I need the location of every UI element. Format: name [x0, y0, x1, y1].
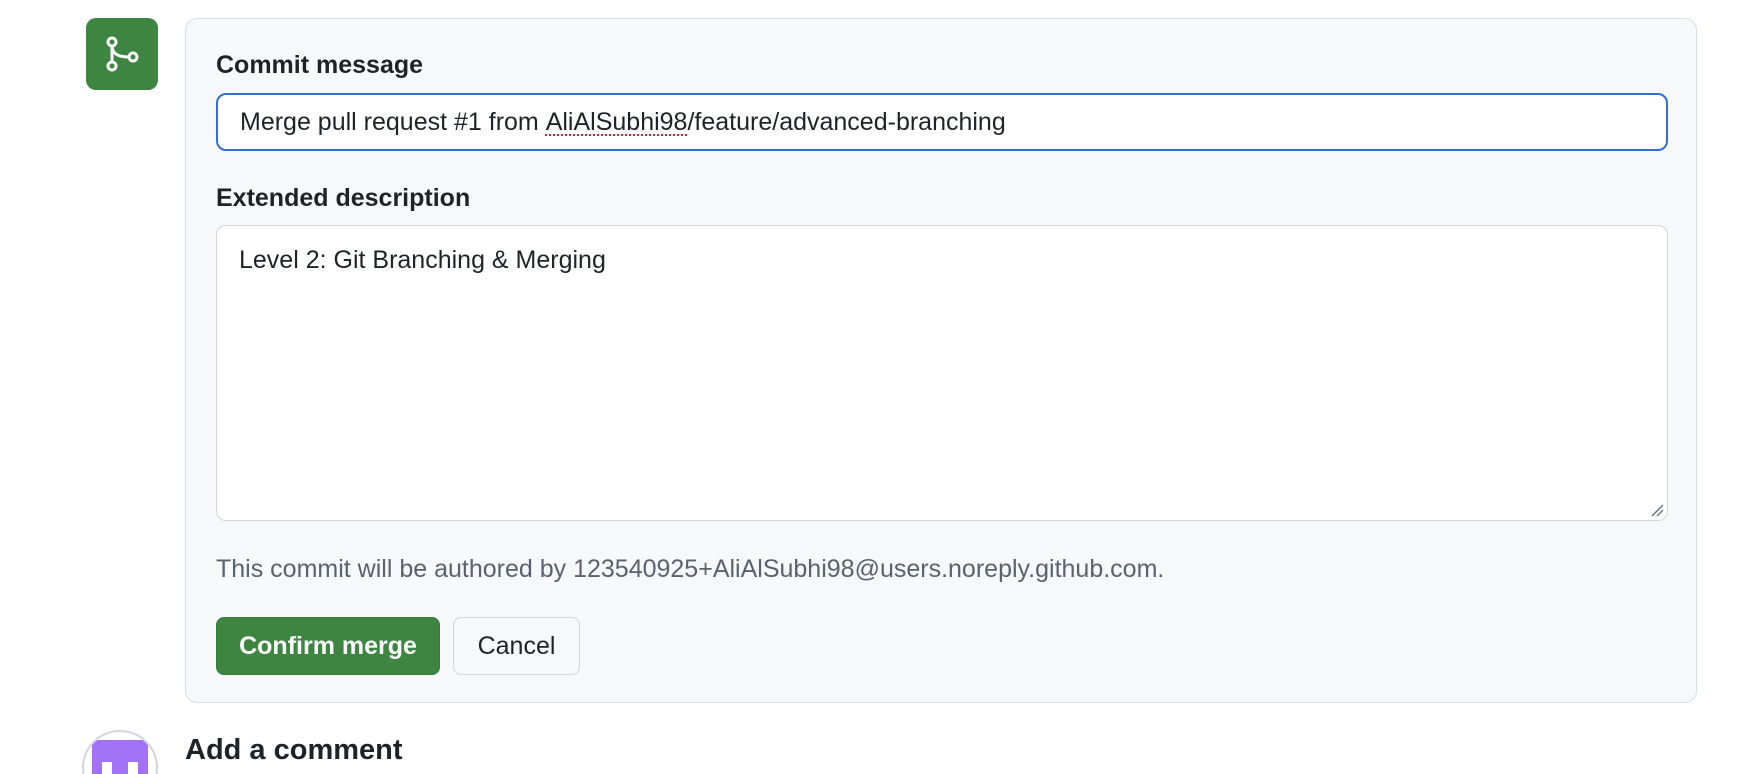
avatar-identicon-block	[102, 762, 112, 774]
commit-message-text-prefix: Merge pull request #1 from	[240, 107, 546, 136]
commit-message-label: Commit message	[216, 51, 424, 79]
avatar-identicon-block	[128, 762, 138, 774]
cancel-button[interactable]: Cancel	[453, 617, 580, 675]
commit-message-input[interactable]: Merge pull request #1 from AliAlSubhi98/…	[216, 93, 1668, 151]
resize-grip-icon[interactable]	[1650, 503, 1664, 517]
extended-description-text: Level 2: Git Branching & Merging	[239, 246, 606, 274]
merge-status-badge	[86, 18, 158, 90]
confirm-merge-button[interactable]: Confirm merge	[216, 617, 440, 675]
extended-description-textarea[interactable]: Level 2: Git Branching & Merging	[216, 225, 1668, 521]
avatar-identicon	[92, 740, 148, 774]
git-merge-icon	[106, 36, 139, 72]
commit-author-note: This commit will be authored by 12354092…	[216, 555, 1165, 583]
add-comment-heading: Add a comment	[185, 734, 403, 766]
pull-request-merge-page: Commit message Merge pull request #1 fro…	[0, 0, 1740, 774]
commit-message-text-suffix: /feature/advanced-branching	[687, 107, 1006, 136]
commit-message-spellcheck-word: AliAlSubhi98	[545, 107, 688, 136]
extended-description-label: Extended description	[216, 184, 471, 212]
merge-form: Commit message Merge pull request #1 fro…	[185, 18, 1697, 703]
avatar[interactable]	[82, 730, 158, 774]
